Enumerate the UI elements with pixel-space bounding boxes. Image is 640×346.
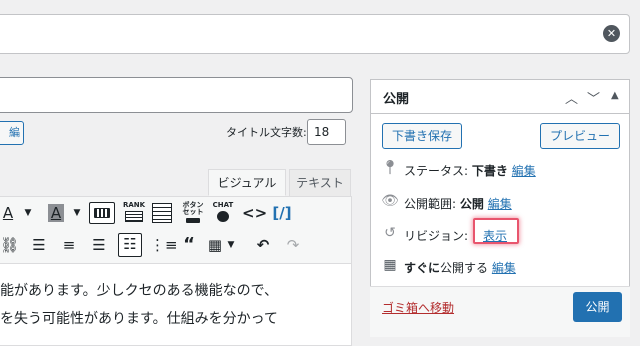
- calendar-icon: ▦: [383, 257, 397, 273]
- save-draft-button[interactable]: 下書き保存: [382, 123, 462, 149]
- redo-icon[interactable]: ↷: [284, 235, 302, 255]
- visibility-row: 公開範囲: 公開 編集: [404, 197, 512, 211]
- tab-text[interactable]: テキスト: [289, 169, 351, 196]
- post-title-input[interactable]: [0, 77, 353, 113]
- shortcode-icon[interactable]: [/]: [270, 203, 294, 223]
- edit-button[interactable]: 編: [0, 121, 24, 145]
- collapse-toggle-icon[interactable]: ▲: [611, 90, 619, 101]
- chevron-down-icon[interactable]: ▼: [226, 235, 236, 255]
- title-count-field[interactable]: 18: [307, 119, 346, 145]
- content-line: 能があります。少しクセのある機能なので、: [0, 283, 279, 299]
- schedule-row: すぐに公開する 編集: [404, 261, 516, 275]
- edit-schedule-link[interactable]: 編集: [492, 261, 516, 275]
- align-right-icon[interactable]: ☰: [90, 235, 108, 255]
- undo-icon[interactable]: ↶: [254, 235, 272, 255]
- status-row: ステータス: 下書き 編集: [404, 164, 536, 178]
- preview-button[interactable]: プレビュー: [540, 123, 620, 149]
- publish-button[interactable]: 公開: [573, 292, 622, 322]
- edit-visibility-link[interactable]: 編集: [488, 197, 512, 211]
- align-left-icon[interactable]: ☰: [30, 235, 48, 255]
- unlink-icon[interactable]: ⛓: [0, 235, 19, 255]
- align-center-icon[interactable]: ≡: [60, 235, 78, 255]
- chevron-up-icon[interactable]: ︿: [565, 88, 578, 107]
- table-list-icon[interactable]: [152, 203, 172, 223]
- background-color-icon[interactable]: A: [46, 203, 66, 223]
- table-icon[interactable]: ▦: [206, 235, 224, 255]
- clear-icon[interactable]: ✕: [603, 25, 620, 42]
- text-color-icon[interactable]: A: [0, 203, 16, 223]
- top-text-field[interactable]: [0, 14, 630, 54]
- pin-icon: 📍︎: [381, 160, 399, 176]
- chevron-down-icon[interactable]: ﹀: [587, 88, 600, 107]
- rank-icon[interactable]: RANK: [122, 202, 146, 224]
- code-icon[interactable]: <>: [242, 203, 267, 223]
- revision-row: リビジョン:: [404, 229, 469, 243]
- blockquote-icon[interactable]: “: [180, 235, 198, 255]
- history-icon: ↺: [384, 225, 396, 241]
- title-count-label: タイトル文字数:: [226, 126, 307, 139]
- content-line: を失う可能性があります。仕組みを分かって: [0, 311, 278, 327]
- highlight-box: [473, 218, 519, 244]
- edit-status-link[interactable]: 編集: [512, 164, 536, 178]
- chat-icon[interactable]: CHAT: [211, 202, 235, 224]
- keyboard-icon[interactable]: [89, 202, 115, 224]
- button-set-icon[interactable]: ボタン セット: [180, 202, 206, 224]
- bullet-list-icon[interactable]: ☷: [118, 233, 142, 257]
- tab-visual[interactable]: ビジュアル: [208, 169, 286, 196]
- eye-icon: 👁︎: [381, 193, 399, 209]
- chevron-down-icon[interactable]: ▼: [71, 203, 83, 223]
- move-to-trash-link[interactable]: ゴミ箱へ移動: [382, 299, 454, 316]
- chevron-down-icon[interactable]: ▼: [22, 203, 34, 223]
- numbered-list-icon[interactable]: ⋮≡: [150, 235, 178, 255]
- publish-panel-title: 公開: [383, 92, 410, 107]
